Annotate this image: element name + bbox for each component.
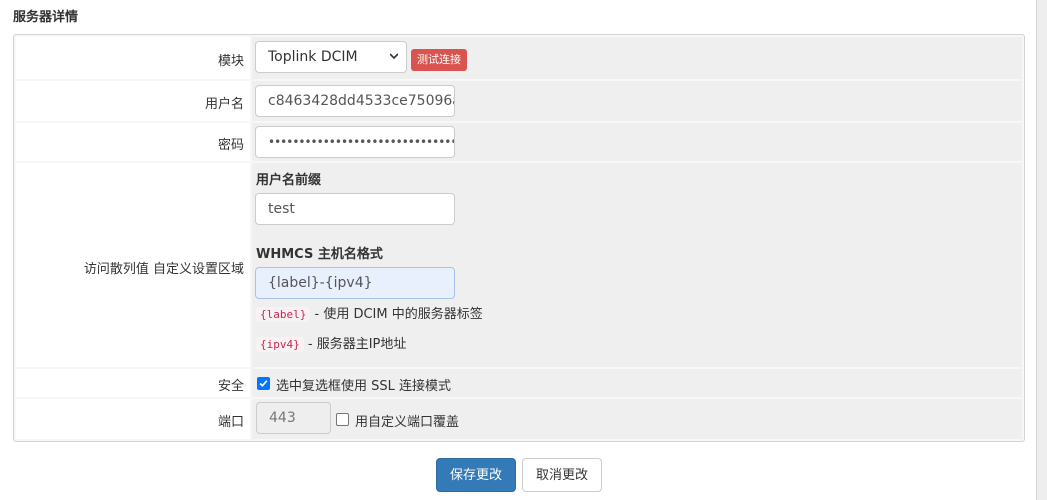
custom-port-checkbox-label: 用自定义端口覆盖 — [355, 415, 460, 430]
check-icon — [259, 380, 268, 388]
custom-port-checkbox[interactable] — [336, 413, 349, 426]
password-input[interactable]: •••••••••••••••••••••••••••••••• — [255, 126, 455, 158]
secure-field-cell: 选中复选框使用 SSL 连接模式 — [252, 369, 1022, 397]
module-field-cell: Toplink DCIM 测试连接 — [252, 37, 1022, 79]
username-row: 用户名 c8463428dd4533ce75096a — [16, 81, 1022, 121]
ipv4-placeholder-desc: - 服务器主IP地址 — [303, 337, 407, 352]
module-row: 模块 Toplink DCIM 测试连接 — [16, 37, 1022, 79]
access-hash-field-cell: 用户名前缀 test WHMCS 主机名格式 {label}-{ipv4} {l… — [252, 163, 1022, 367]
ssl-checkbox[interactable] — [257, 377, 270, 390]
hostname-format-input[interactable]: {label}-{ipv4} — [255, 267, 455, 299]
save-changes-button[interactable]: 保存更改 — [436, 458, 517, 492]
page-scrollbar[interactable] — [1036, 0, 1047, 500]
label-placeholder-desc: - 使用 DCIM 中的服务器标签 — [310, 307, 483, 322]
cancel-changes-button[interactable]: 取消更改 — [522, 458, 603, 492]
password-label-cell: 密码 — [16, 123, 250, 161]
access-hash-label-cell: 访问散列值 自定义设置区域 — [16, 163, 250, 367]
module-label-cell: 模块 — [16, 37, 250, 79]
secure-label-cell: 安全 — [16, 369, 250, 397]
label-placeholder-code: {label} — [256, 307, 311, 322]
password-field-cell: •••••••••••••••••••••••••••••••• — [252, 123, 1022, 161]
username-label: 用户名 — [204, 97, 244, 112]
ipv4-placeholder-code: {ipv4} — [256, 337, 304, 352]
module-label: 模块 — [217, 54, 244, 69]
port-row: 端口 443 用自定义端口覆盖 — [16, 399, 1022, 439]
test-connection-badge[interactable]: 测试连接 — [411, 49, 467, 71]
port-input[interactable]: 443 — [256, 402, 331, 434]
access-hash-row: 访问散列值 自定义设置区域 用户名前缀 test WHMCS 主机名格式 {la… — [16, 163, 1022, 367]
username-prefix-heading: 用户名前缀 — [256, 173, 322, 188]
username-field-cell: c8463428dd4533ce75096a — [252, 81, 1022, 121]
username-prefix-input[interactable]: test — [255, 193, 455, 225]
password-row: 密码 •••••••••••••••••••••••••••••••• — [16, 123, 1022, 161]
password-label: 密码 — [217, 138, 244, 153]
port-label: 端口 — [217, 415, 244, 430]
module-select-value: Toplink DCIM — [268, 49, 358, 65]
secure-row: 安全 选中复选框使用 SSL 连接模式 — [16, 369, 1022, 397]
module-select[interactable]: Toplink DCIM — [255, 41, 407, 73]
server-details-panel: 模块 Toplink DCIM 测试连接 用户名 c8463428dd4533c… — [13, 34, 1025, 442]
port-label-cell: 端口 — [16, 399, 250, 439]
secure-label: 安全 — [217, 379, 244, 394]
username-input[interactable]: c8463428dd4533ce75096a — [255, 85, 455, 117]
access-hash-label: 访问散列值 自定义设置区域 — [83, 262, 244, 277]
username-label-cell: 用户名 — [16, 81, 250, 121]
ssl-checkbox-label: 选中复选框使用 SSL 连接模式 — [276, 379, 452, 394]
port-field-cell: 443 用自定义端口覆盖 — [252, 399, 1022, 439]
chevron-down-icon — [390, 53, 398, 60]
hostname-format-heading: WHMCS 主机名格式 — [256, 247, 383, 262]
page-title: 服务器详情 — [13, 10, 79, 25]
hostname-help-ipv4: {ipv4} - 服务器主IP地址 — [256, 333, 406, 352]
hostname-help-label: {label} - 使用 DCIM 中的服务器标签 — [256, 303, 483, 322]
